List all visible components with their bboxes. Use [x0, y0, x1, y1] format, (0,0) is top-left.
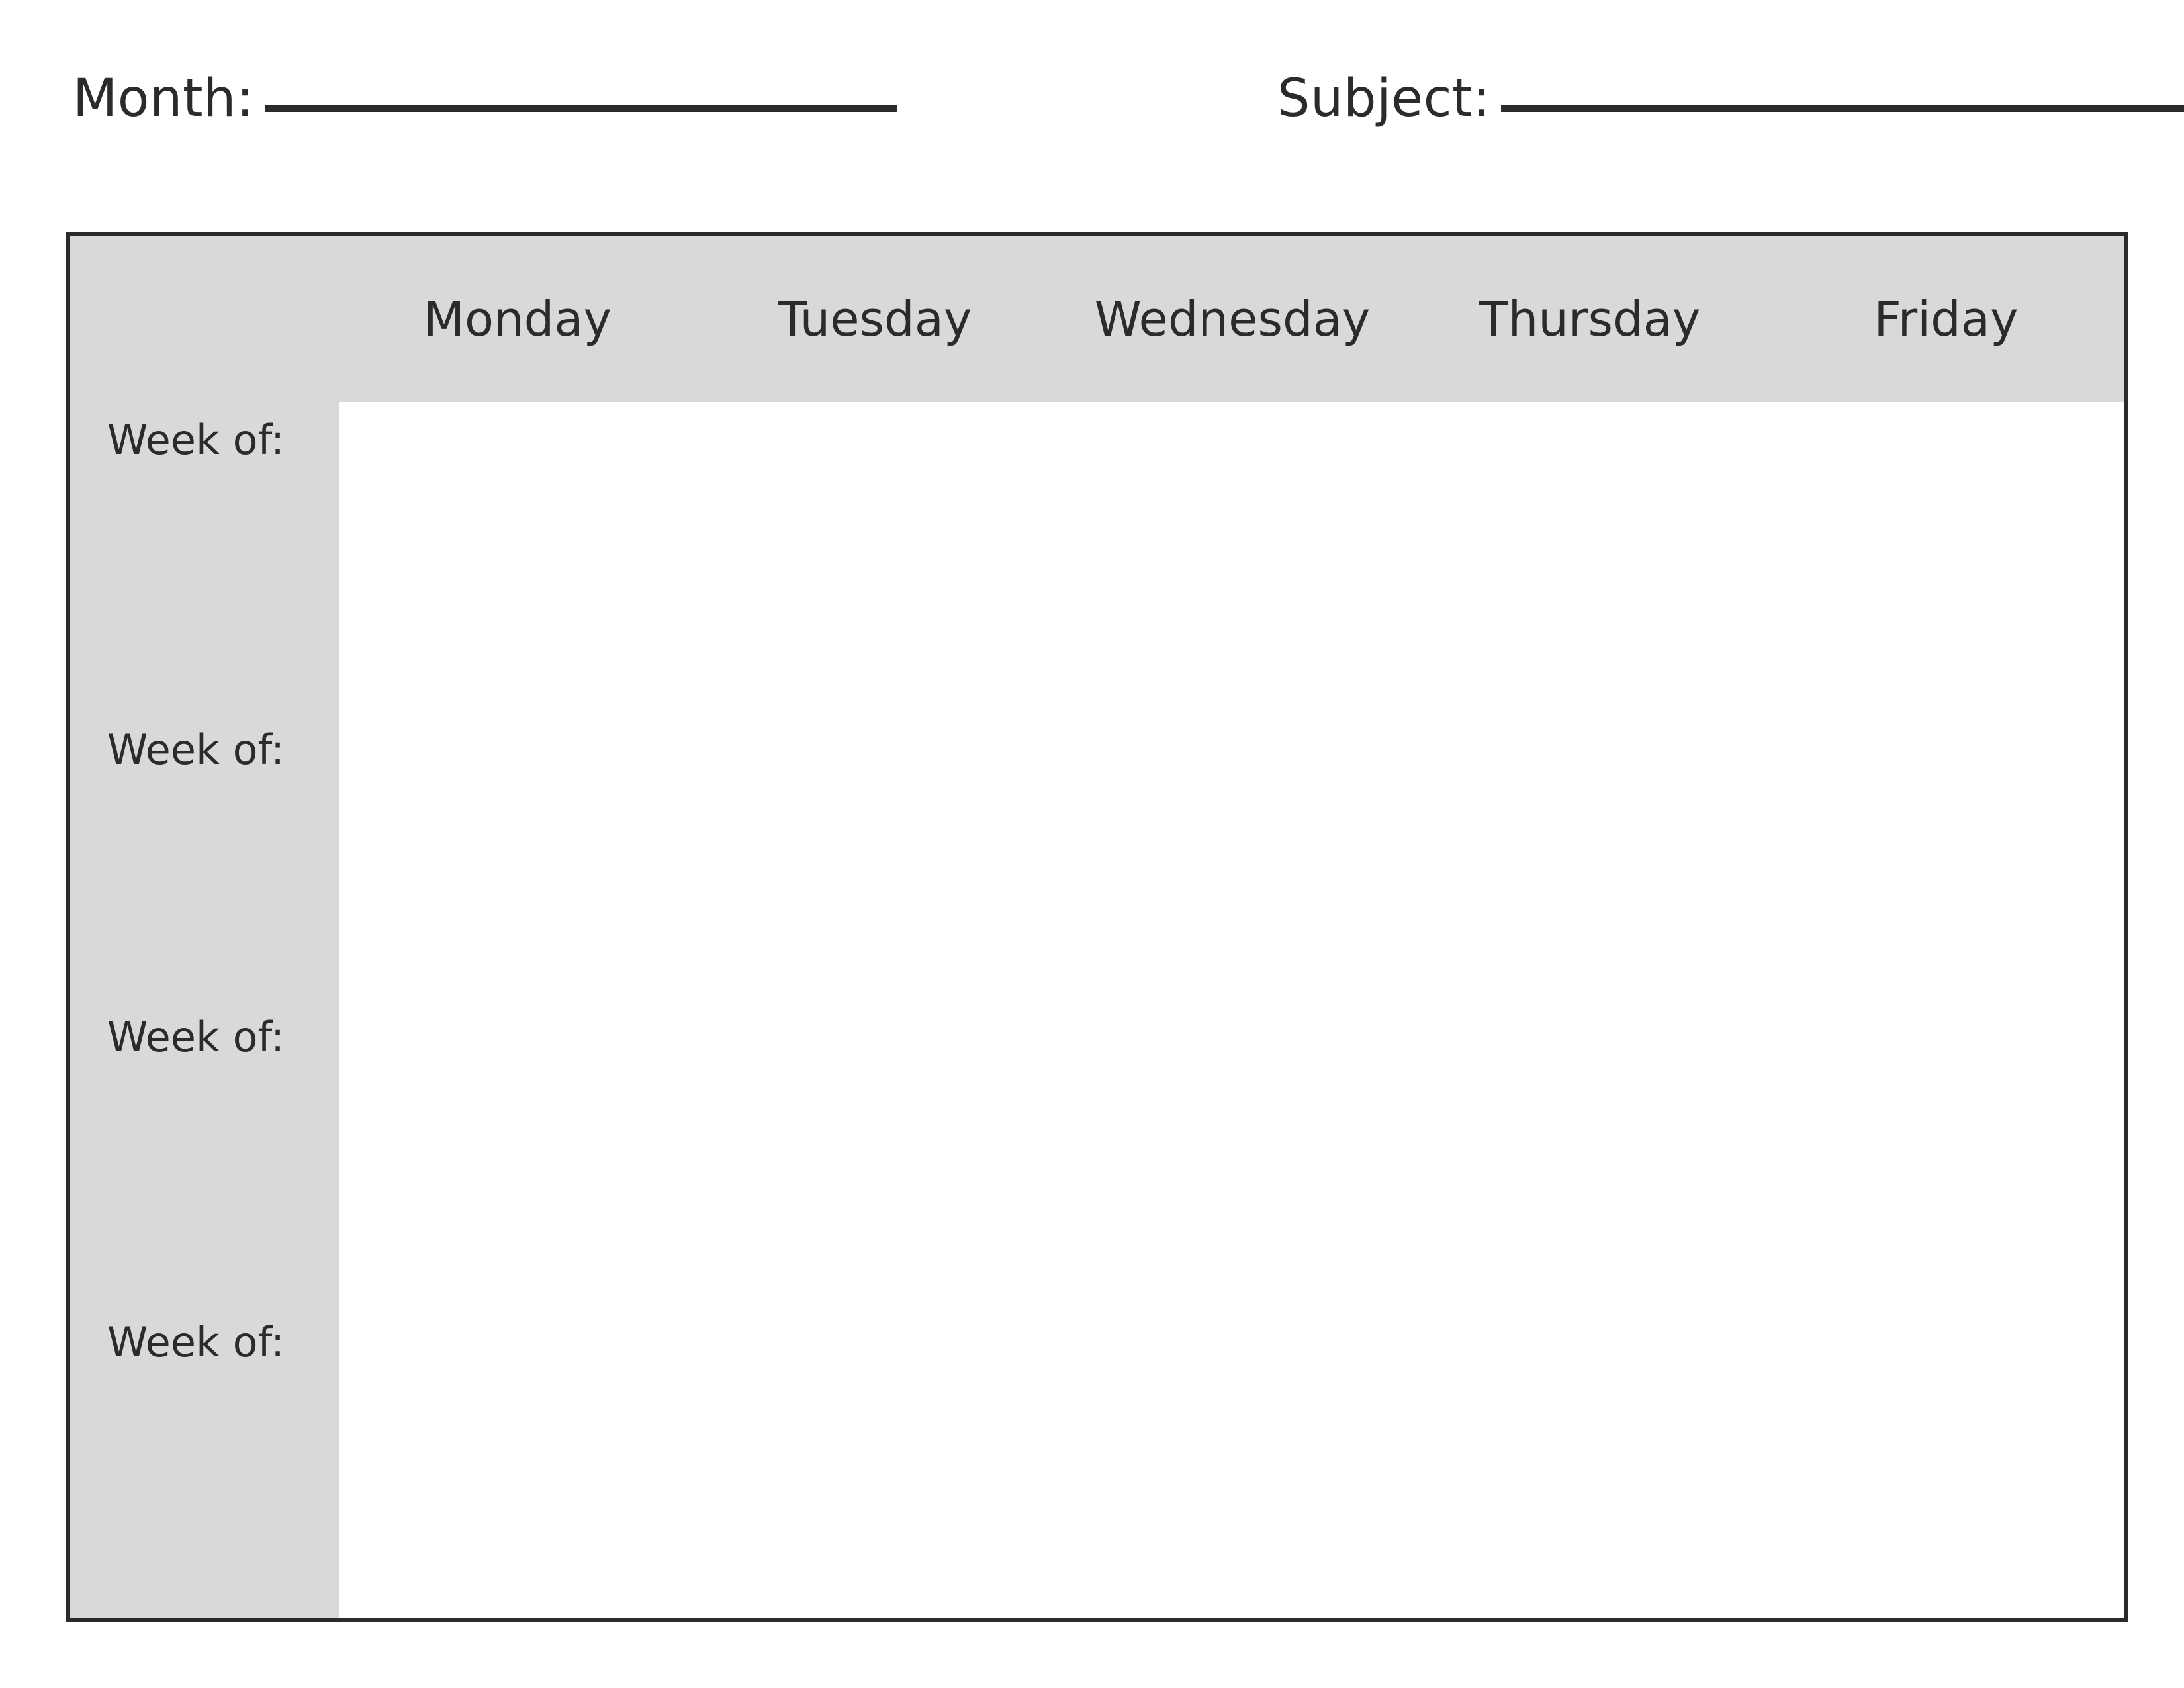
cell-week3-wednesday[interactable] — [1054, 1000, 1411, 1305]
cell-week2-thursday[interactable] — [1411, 712, 1768, 1000]
column-header-friday: Friday — [1768, 234, 2126, 402]
cell-week1-monday[interactable] — [339, 402, 696, 712]
table-row: Week of: — [68, 1305, 2126, 1620]
column-header-thursday: Thursday — [1411, 234, 1768, 402]
cell-week1-wednesday[interactable] — [1054, 402, 1411, 712]
column-header-tuesday: Tuesday — [696, 234, 1054, 402]
cell-week3-thursday[interactable] — [1411, 1000, 1768, 1305]
month-field[interactable]: Month: — [73, 73, 897, 124]
cell-week1-friday[interactable] — [1768, 402, 2126, 712]
form-fields-row: Month: Subject: — [0, 73, 2184, 165]
month-field-label: Month: — [73, 69, 254, 128]
cell-week2-wednesday[interactable] — [1054, 712, 1411, 1000]
row-label-week-3: Week of: — [68, 1000, 339, 1305]
cell-week1-tuesday[interactable] — [696, 402, 1054, 712]
cell-week3-friday[interactable] — [1768, 1000, 2126, 1305]
cell-week4-wednesday[interactable] — [1054, 1305, 1411, 1620]
weekly-planner-table: Monday Tuesday Wednesday Thursday Friday… — [66, 232, 2128, 1622]
row-label-week-2: Week of: — [68, 712, 339, 1000]
cell-week1-thursday[interactable] — [1411, 402, 1768, 712]
cell-week4-monday[interactable] — [339, 1305, 696, 1620]
table-row: Week of: — [68, 712, 2126, 1000]
subject-field-label: Subject: — [1277, 69, 1490, 128]
planner-page: Month: Subject: Monday Tuesday Wednesday… — [0, 0, 2184, 1688]
table-header-row: Monday Tuesday Wednesday Thursday Friday — [68, 234, 2126, 402]
row-label-week-1: Week of: — [68, 402, 339, 712]
table-row: Week of: — [68, 402, 2126, 712]
subject-field-blank-line[interactable] — [1500, 105, 2184, 112]
cell-week3-monday[interactable] — [339, 1000, 696, 1305]
cell-week2-monday[interactable] — [339, 712, 696, 1000]
column-header-wednesday: Wednesday — [1054, 234, 1411, 402]
cell-week4-friday[interactable] — [1768, 1305, 2126, 1620]
cell-week3-tuesday[interactable] — [696, 1000, 1054, 1305]
cell-week4-thursday[interactable] — [1411, 1305, 1768, 1620]
subject-field[interactable]: Subject: — [1277, 73, 2184, 124]
column-header-monday: Monday — [339, 234, 696, 402]
cell-week2-friday[interactable] — [1768, 712, 2126, 1000]
cell-week2-tuesday[interactable] — [696, 712, 1054, 1000]
cell-week4-tuesday[interactable] — [696, 1305, 1054, 1620]
row-label-week-4: Week of: — [68, 1305, 339, 1620]
month-field-blank-line[interactable] — [264, 105, 897, 112]
table-row: Week of: — [68, 1000, 2126, 1305]
header-corner-cell — [68, 234, 339, 402]
